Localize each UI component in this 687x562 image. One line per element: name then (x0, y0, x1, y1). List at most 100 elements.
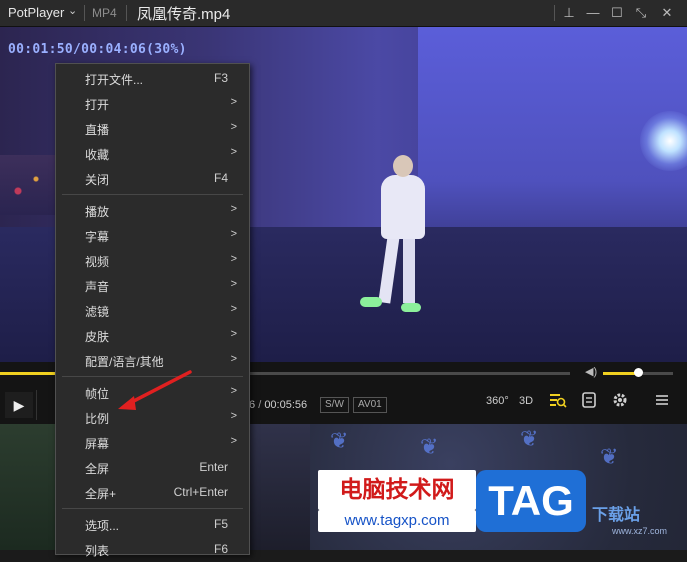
menu-item-label: 比例 (85, 412, 110, 426)
subtitle-icon[interactable] (582, 392, 596, 411)
submenu-arrow-icon: > (230, 228, 237, 240)
performer-head (393, 155, 413, 177)
menu-item[interactable]: 屏幕 > (56, 430, 249, 455)
chevron-down-icon[interactable]: ⌄ (68, 4, 77, 17)
menu-item[interactable]: 视频 > (56, 248, 249, 273)
submenu-arrow-icon: > (230, 328, 237, 340)
menu-item[interactable]: 滤镜 > (56, 298, 249, 323)
maximize-button[interactable]: ☐ (606, 3, 628, 23)
submenu-arrow-icon: > (230, 435, 237, 447)
av-codec-badge[interactable]: AV01 (353, 397, 387, 413)
playlist-search-icon[interactable] (549, 392, 567, 411)
background-figure (240, 424, 310, 550)
menu-item-label: 声音 (85, 280, 110, 294)
title-divider (126, 5, 127, 21)
menu-divider (62, 508, 243, 509)
menu-item[interactable]: 声音 > (56, 273, 249, 298)
menu-item-shortcut: F3 (213, 71, 228, 85)
watermark-site-url: www.xz7.com (612, 526, 668, 536)
annotation-arrow (118, 370, 192, 410)
menu-item-label: 关闭 (85, 173, 110, 187)
menu-item-label: 全屏 (85, 462, 110, 476)
menu-item[interactable]: 打开 > (56, 91, 249, 116)
menu-item[interactable]: 选项... F5 (56, 512, 249, 537)
minimize-button[interactable]: — (582, 3, 604, 23)
butterfly-icon: ❦ (420, 434, 439, 459)
play-button[interactable]: ▶ (5, 392, 33, 418)
submenu-arrow-icon: > (230, 203, 237, 215)
submenu-arrow-icon: > (230, 410, 237, 422)
volume-icon[interactable]: ◀) (585, 365, 597, 378)
submenu-arrow-icon: > (230, 385, 237, 397)
menu-item-label: 皮肤 (85, 330, 110, 344)
menu-item-label: 帧位 (85, 387, 110, 401)
time-overlay: 00:01:50/00:04:06(30%) (8, 42, 187, 57)
performer-leg (403, 235, 415, 303)
menu-item-shortcut: F5 (213, 517, 228, 531)
title-bar: PotPlayer ⌄ MP4 凤凰传奇.mp4 ⊥ — ☐ ⤡ ✕ (0, 0, 687, 27)
menu-item-label: 收藏 (85, 148, 110, 162)
menu-item-label: 滤镜 (85, 305, 110, 319)
butterfly-icon: ❦ (600, 444, 619, 469)
menu-item-label: 选项... (85, 519, 120, 533)
file-format-label: MP4 (92, 6, 117, 20)
vr-360-icon[interactable]: 360° (486, 395, 509, 407)
menu-item-label: 直播 (85, 123, 110, 137)
menu-divider (62, 194, 243, 195)
menu-item-label: 打开文件... (85, 73, 144, 87)
menu-item[interactable]: 全屏+ Ctrl+Enter (56, 480, 249, 505)
volume-knob[interactable] (634, 368, 643, 377)
submenu-arrow-icon: > (230, 278, 237, 290)
butterfly-icon: ❦ (330, 428, 349, 453)
menu-item-label: 打开 (85, 98, 110, 112)
submenu-arrow-icon: > (230, 353, 237, 365)
menu-item[interactable]: 全屏 Enter (56, 455, 249, 480)
menu-item-label: 屏幕 (85, 437, 110, 451)
submenu-arrow-icon: > (230, 96, 237, 108)
menu-icon[interactable] (655, 393, 669, 410)
shrink-icon[interactable]: ⤡ (630, 3, 652, 23)
title-divider (554, 5, 555, 21)
watermark-text: 电脑技术网 (318, 470, 476, 510)
menu-item-shortcut: F6 (213, 542, 228, 556)
control-divider (36, 390, 37, 420)
submenu-arrow-icon: > (230, 121, 237, 133)
watermark-tag-logo: TAG (476, 470, 586, 532)
menu-item[interactable]: 收藏 > (56, 141, 249, 166)
time-display: 6 / 00:05:56 (249, 399, 307, 411)
performer-shoe (360, 297, 382, 307)
menu-item-label: 全屏+ (85, 487, 117, 501)
pin-icon[interactable]: ⊥ (558, 3, 580, 23)
file-name-title: 凤凰传奇.mp4 (137, 6, 231, 23)
menu-item[interactable]: 打开文件... F3 (56, 66, 249, 91)
menu-item-label: 字幕 (85, 230, 110, 244)
submenu-arrow-icon: > (230, 146, 237, 158)
time-separator: / (258, 399, 262, 411)
sw-decoder-badge[interactable]: S/W (320, 397, 349, 413)
volume-level (603, 372, 638, 375)
gear-icon[interactable] (612, 392, 628, 411)
menu-item[interactable]: 关闭 F4 (56, 166, 249, 191)
menu-item[interactable]: 字幕 > (56, 223, 249, 248)
app-menu-button[interactable]: PotPlayer (8, 5, 64, 20)
performer-shoe (401, 303, 421, 312)
background-lights (0, 155, 60, 215)
time-total: 00:05:56 (264, 399, 308, 411)
title-divider (84, 5, 85, 21)
menu-item-label: 播放 (85, 205, 110, 219)
butterfly-icon: ❦ (520, 426, 539, 451)
menu-item-shortcut: F4 (213, 171, 228, 185)
menu-item-label: 视频 (85, 255, 110, 269)
menu-item[interactable]: 播放 > (56, 198, 249, 223)
menu-item-shortcut: Ctrl+Enter (173, 485, 228, 499)
watermark-url: www.tagxp.com (318, 510, 476, 532)
menu-item[interactable]: 直播 > (56, 116, 249, 141)
3d-icon[interactable]: 3D (519, 395, 533, 407)
performer-body (381, 175, 425, 239)
menu-item[interactable]: 皮肤 > (56, 323, 249, 348)
submenu-arrow-icon: > (230, 253, 237, 265)
context-menu: 打开文件... F3 打开 > 直播 > 收藏 > 关闭 F4 播放 > 字幕 > 视频 > 声音 > 滤镜 > 皮肤 >… (55, 63, 250, 558)
watermark-site: 下载站 (592, 507, 641, 524)
close-button[interactable]: ✕ (656, 3, 678, 23)
menu-item-shortcut: Enter (199, 460, 228, 474)
